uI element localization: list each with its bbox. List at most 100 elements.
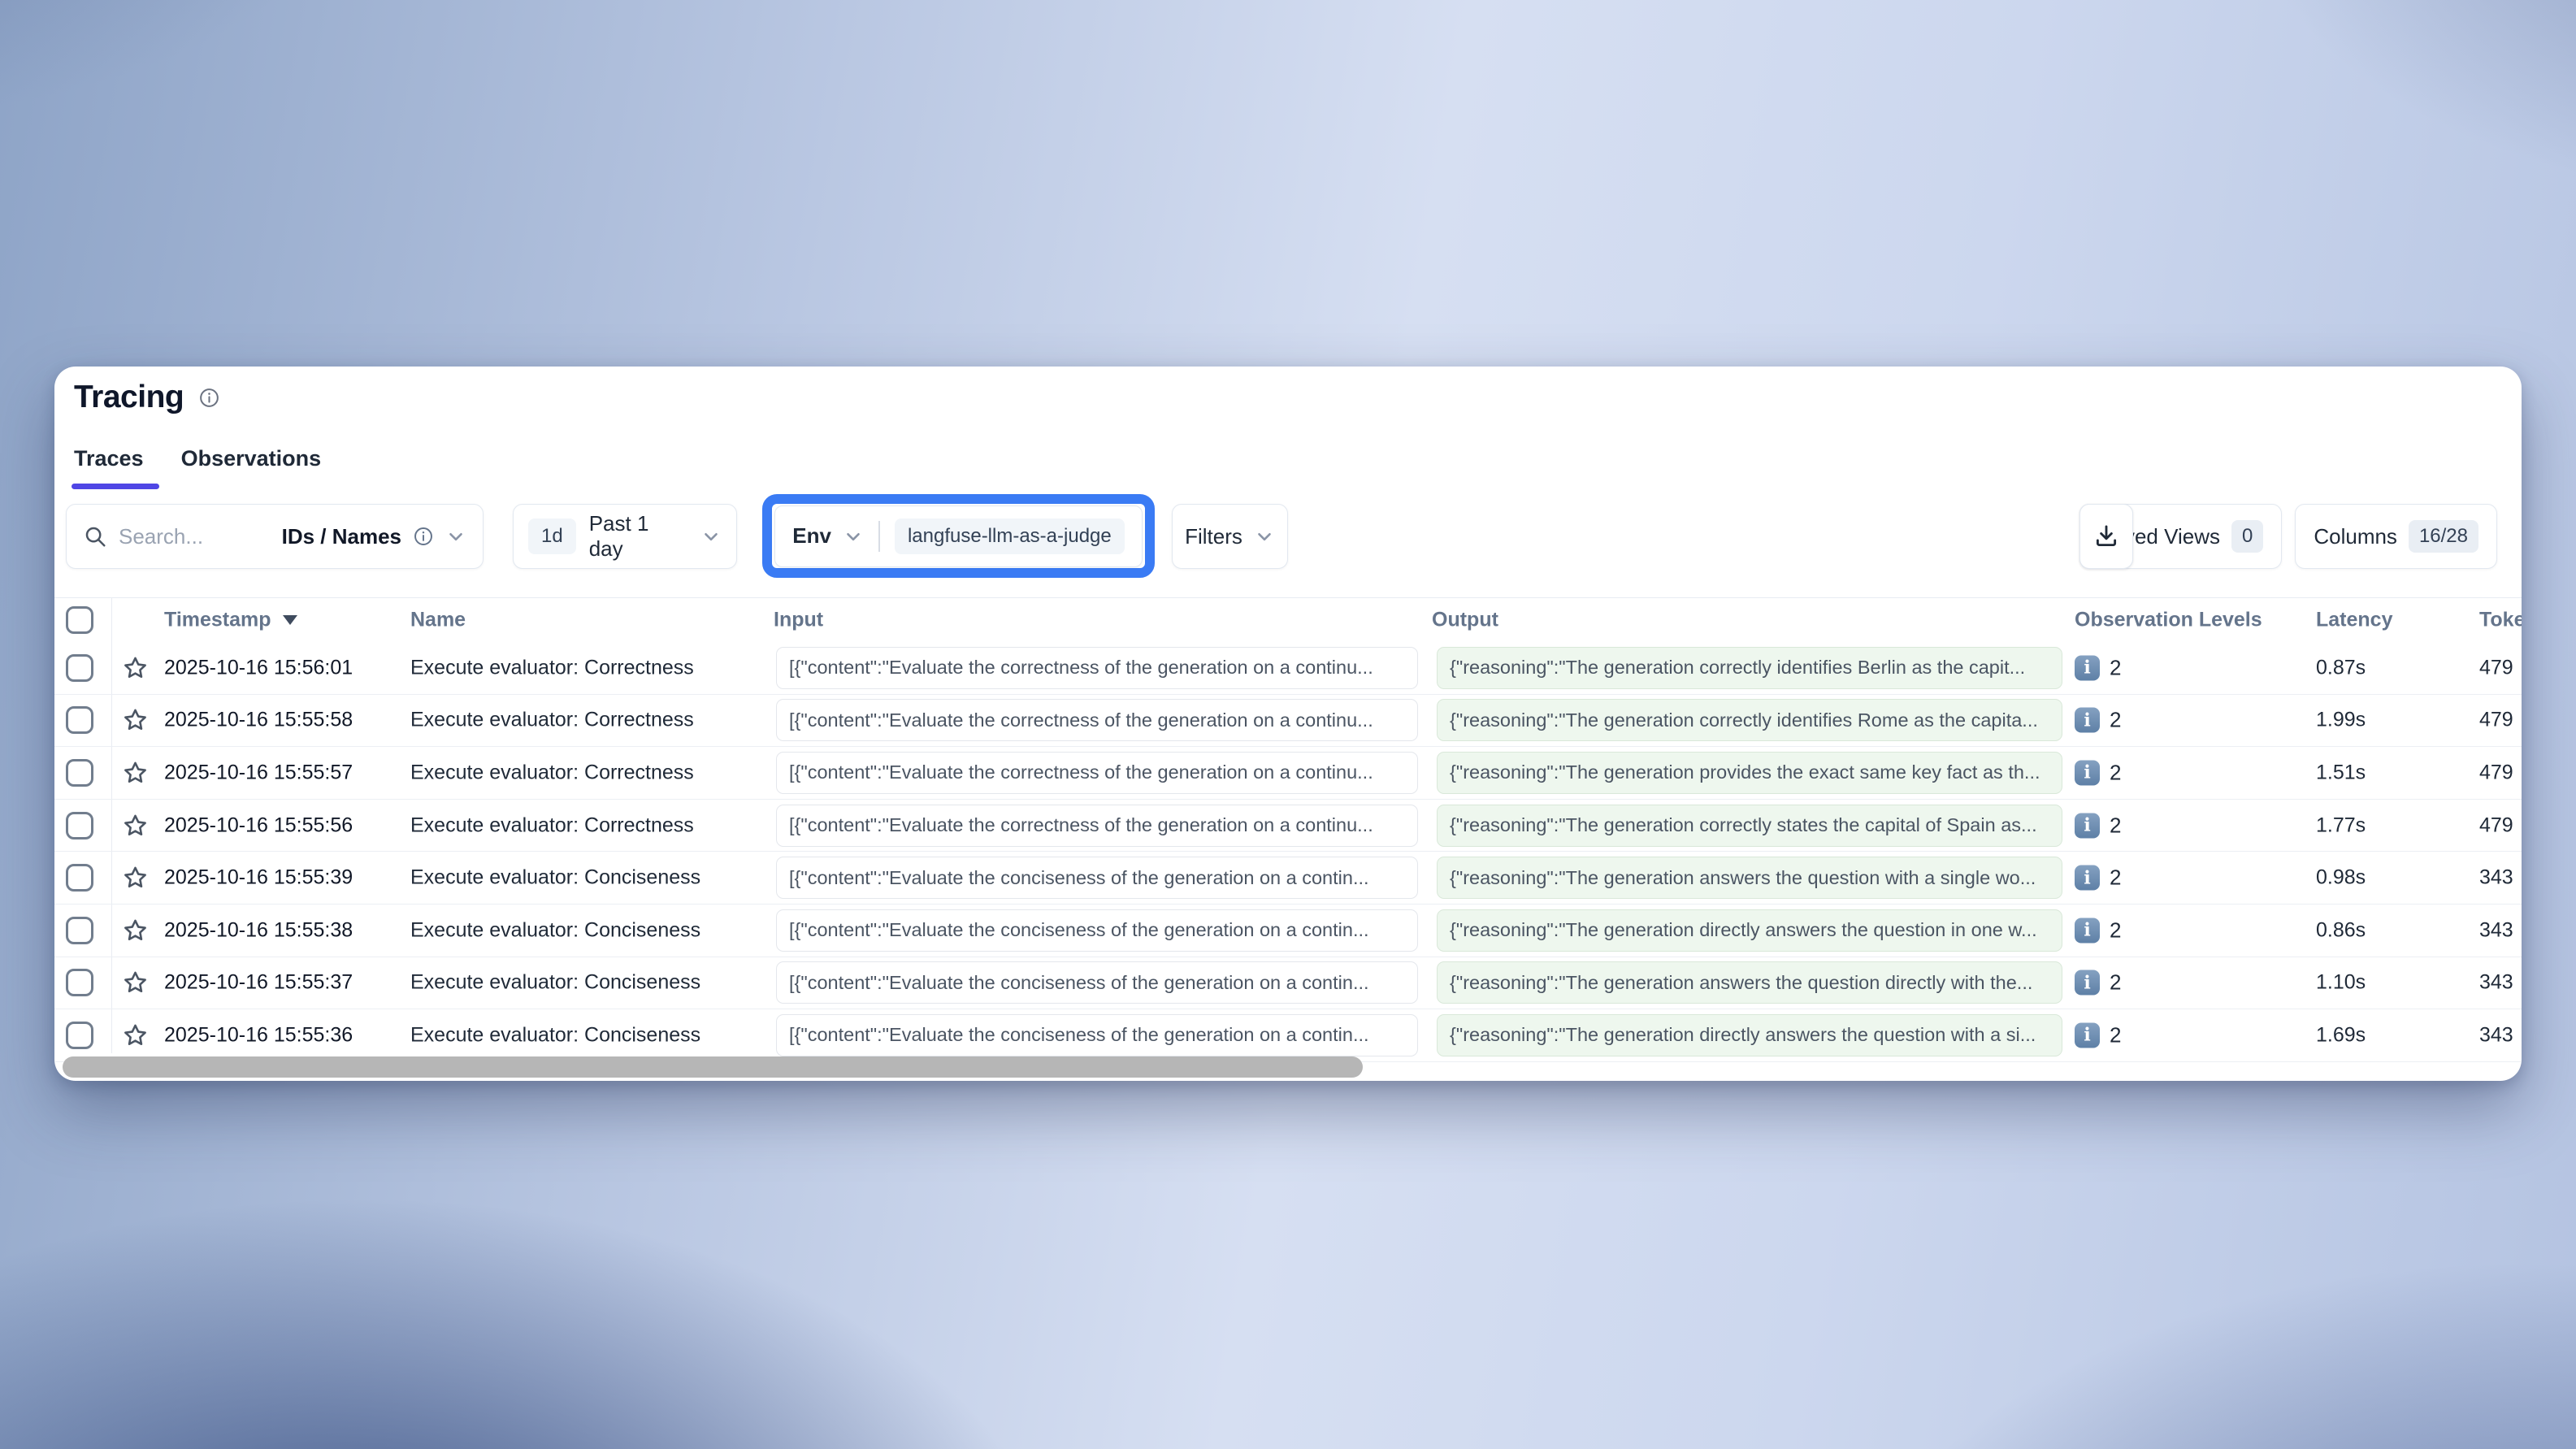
header-input: Input [774,608,823,631]
star-icon[interactable] [122,759,149,786]
info-square-icon: i [2075,655,2100,680]
row-name: Execute evaluator: Correctness [410,709,694,732]
row-observation-levels: i 2 [2075,813,2121,838]
info-square-icon: i [2075,918,2100,943]
table-row[interactable]: 2025-10-16 15:55:37 Execute evaluator: C… [54,957,2522,1010]
row-name: Execute evaluator: Correctness [410,761,694,784]
env-filter-highlight: Env langfuse-llm-as-a-judge [762,494,1155,578]
row-latency: 1.99s [2316,709,2366,732]
env-value-badge: langfuse-llm-as-a-judge [895,518,1125,554]
header-timestamp[interactable]: Timestamp [164,608,297,631]
row-input-cell: [{"content":"Evaluate the correctness of… [776,752,1418,794]
info-square-icon: i [2075,760,2100,785]
star-icon[interactable] [122,707,149,734]
search-scope-label[interactable]: IDs / Names [282,524,401,549]
time-range-label: Past 1 day [589,511,687,562]
row-checkbox[interactable] [66,864,93,892]
chevron-down-icon [445,526,466,547]
horizontal-scrollbar-thumb[interactable] [63,1056,1363,1078]
filters-button[interactable]: Filters [1172,504,1288,569]
row-tokens: 343 → [2479,971,2522,995]
table-row[interactable]: 2025-10-16 15:56:01 Execute evaluator: C… [54,642,2522,695]
tracing-panel: Tracing Traces Observations Search... ID… [54,367,2522,1081]
chevron-down-icon [843,526,864,547]
row-output-cell: {"reasoning":"The generation answers the… [1437,857,2062,899]
info-icon[interactable] [198,387,220,409]
table-row[interactable]: 2025-10-16 15:55:36 Execute evaluator: C… [54,1009,2522,1062]
row-name: Execute evaluator: Conciseness [410,866,700,890]
row-latency: 1.10s [2316,971,2366,995]
row-checkbox[interactable] [66,812,93,839]
time-range-badge: 1d [528,518,576,554]
row-checkbox[interactable] [66,917,93,944]
select-all-checkbox[interactable] [66,606,93,634]
info-square-icon: i [2075,813,2100,838]
row-input-cell: [{"content":"Evaluate the correctness of… [776,699,1418,741]
row-tokens: 343 → [2479,1023,2522,1047]
table-row[interactable]: 2025-10-16 15:55:38 Execute evaluator: C… [54,905,2522,957]
row-name: Execute evaluator: Conciseness [410,918,700,942]
tab-traces[interactable]: Traces [74,446,144,488]
star-icon[interactable] [122,917,149,944]
row-checkbox[interactable] [66,759,93,787]
row-timestamp: 2025-10-16 15:56:01 [164,656,353,679]
header-observation-levels: Observation Levels [2075,608,2262,631]
saved-views-count: 0 [2231,520,2263,553]
row-tokens: 479 → [2479,656,2522,679]
star-icon[interactable] [122,970,149,996]
row-observation-levels: i 2 [2075,970,2121,996]
table-body: 2025-10-16 15:56:01 Execute evaluator: C… [54,642,2522,1062]
row-input-cell: [{"content":"Evaluate the conciseness of… [776,857,1418,899]
info-square-icon: i [2075,1022,2100,1048]
download-icon [2092,523,2120,550]
row-tokens: 343 → [2479,866,2522,890]
table-header: Timestamp Name Input Output Observation … [54,597,2522,642]
row-observation-levels: i 2 [2075,708,2121,733]
row-timestamp: 2025-10-16 15:55:57 [164,761,353,784]
header-output: Output [1432,608,1498,631]
row-observation-levels: i 2 [2075,918,2121,943]
filters-label: Filters [1185,524,1242,549]
row-timestamp: 2025-10-16 15:55:38 [164,918,353,942]
scope-info-icon[interactable] [413,526,434,547]
row-output-cell: {"reasoning":"The generation correctly s… [1437,805,2062,847]
row-observation-levels: i 2 [2075,655,2121,680]
row-latency: 1.51s [2316,761,2366,784]
star-icon[interactable] [122,654,149,681]
export-button[interactable] [2079,504,2133,569]
table-row[interactable]: 2025-10-16 15:55:39 Execute evaluator: C… [54,852,2522,905]
row-checkbox[interactable] [66,1022,93,1049]
time-range-button[interactable]: 1d Past 1 day [513,504,737,569]
row-checkbox[interactable] [66,969,93,996]
tab-bar: Traces Observations [74,446,321,488]
env-label: Env [792,523,831,549]
row-timestamp: 2025-10-16 15:55:36 [164,1023,353,1047]
row-input-cell: [{"content":"Evaluate the conciseness of… [776,961,1418,1004]
page-title: Tracing [74,380,184,415]
toolbar: Search... IDs / Names 1d Past 1 day Env [54,504,2522,569]
row-name: Execute evaluator: Correctness [410,656,694,679]
row-output-cell: {"reasoning":"The generation correctly i… [1437,699,2062,741]
search-input[interactable]: Search... IDs / Names [66,504,484,569]
row-name: Execute evaluator: Correctness [410,813,694,837]
table-row[interactable]: 2025-10-16 15:55:57 Execute evaluator: C… [54,747,2522,800]
header-tokens: Tokens [2479,608,2522,631]
row-checkbox[interactable] [66,654,93,682]
row-input-cell: [{"content":"Evaluate the correctness of… [776,647,1418,689]
star-icon[interactable] [122,1022,149,1048]
star-icon[interactable] [122,812,149,839]
tab-observations[interactable]: Observations [181,446,322,488]
row-timestamp: 2025-10-16 15:55:37 [164,971,353,995]
table-row[interactable]: 2025-10-16 15:55:58 Execute evaluator: C… [54,695,2522,748]
row-output-cell: {"reasoning":"The generation directly an… [1437,1014,2062,1056]
columns-button[interactable]: Columns 16/28 [2295,504,2497,569]
row-latency: 0.86s [2316,918,2366,942]
row-output-cell: {"reasoning":"The generation correctly i… [1437,647,2062,689]
row-latency: 1.77s [2316,813,2366,837]
star-icon[interactable] [122,865,149,892]
row-tokens: 343 → [2479,918,2522,942]
row-checkbox[interactable] [66,706,93,734]
table-row[interactable]: 2025-10-16 15:55:56 Execute evaluator: C… [54,800,2522,852]
sort-desc-icon [283,614,297,627]
env-filter-button[interactable]: Env langfuse-llm-as-a-judge [774,505,1143,567]
